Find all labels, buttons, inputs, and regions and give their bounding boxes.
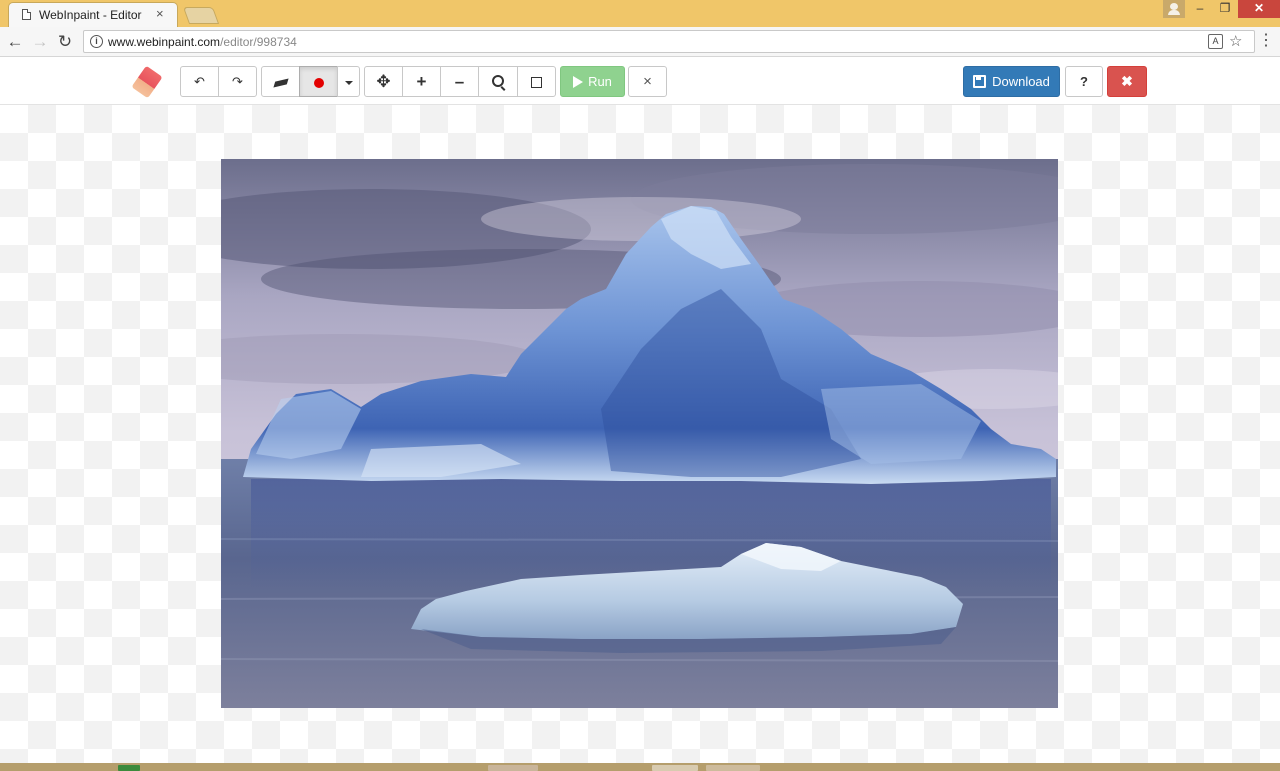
tab-title: WebInpaint - Editor xyxy=(39,8,142,22)
zoom-out-button[interactable]: – xyxy=(440,66,479,97)
brush-size-dropdown[interactable] xyxy=(337,66,360,97)
eraser-button[interactable] xyxy=(261,66,300,97)
run-button[interactable]: Run xyxy=(560,66,625,97)
close-editor-button[interactable]: ✖ xyxy=(1107,66,1147,97)
search-icon xyxy=(492,75,504,88)
undo-button[interactable]: ↶ xyxy=(180,66,219,97)
address-bar[interactable]: i www.webinpaint.com/editor/998734 A ☆ xyxy=(83,30,1255,53)
redo-button[interactable]: ↷ xyxy=(218,66,257,97)
move-arrows-icon: ✥ xyxy=(376,72,391,91)
taskbar-app-icon[interactable] xyxy=(488,765,538,771)
zoom-fit-button[interactable] xyxy=(478,66,518,97)
caret-down-icon xyxy=(344,80,353,85)
close-window-button[interactable]: ✕ xyxy=(1238,0,1280,18)
forward-arrow-icon[interactable]: → xyxy=(30,32,50,52)
times-icon: × xyxy=(643,73,652,90)
run-label: Run xyxy=(588,74,612,89)
floppy-disk-icon xyxy=(973,75,987,89)
taskbar-app-icon[interactable] xyxy=(706,765,760,771)
brush-color-button[interactable] xyxy=(299,66,338,97)
download-button[interactable]: Download xyxy=(963,66,1060,97)
browser-navbar: ← → ↻ i www.webinpaint.com/editor/998734… xyxy=(0,27,1280,57)
translate-icon[interactable]: A xyxy=(1208,34,1223,49)
question-icon: ? xyxy=(1080,74,1088,89)
back-arrow-icon[interactable]: ← xyxy=(5,32,25,52)
plus-icon: + xyxy=(416,72,427,91)
move-button[interactable]: ✥ xyxy=(364,66,403,97)
info-icon[interactable]: i xyxy=(90,35,103,48)
editor-toolbar: ↶ ↷ ✥ + – Run × Download ? ✖ xyxy=(0,57,1280,105)
browser-menu-icon[interactable]: ⋮ xyxy=(1258,33,1274,49)
reload-icon[interactable]: ↻ xyxy=(55,32,75,52)
undo-icon: ↶ xyxy=(194,74,205,89)
play-icon xyxy=(573,75,584,88)
eraser-logo-icon xyxy=(131,65,163,99)
browser-tab[interactable]: WebInpaint - Editor × xyxy=(8,2,178,27)
user-icon[interactable] xyxy=(1163,0,1185,18)
bookmark-star-icon[interactable]: ☆ xyxy=(1229,32,1242,50)
taskbar-app-icon[interactable] xyxy=(652,765,698,771)
download-label: Download xyxy=(992,74,1050,89)
close-icon: ✖ xyxy=(1121,73,1133,89)
page-icon xyxy=(22,9,31,20)
url-path: /editor/998734 xyxy=(220,35,297,49)
cancel-button[interactable]: × xyxy=(628,66,667,97)
tab-close-button[interactable]: × xyxy=(156,6,164,21)
help-button[interactable]: ? xyxy=(1065,66,1103,97)
taskbar-app-icon[interactable] xyxy=(118,765,140,771)
redo-icon: ↷ xyxy=(232,74,243,89)
window-titlebar: WebInpaint - Editor × – ❐ ✕ xyxy=(0,0,1280,27)
url-host: www.webinpaint.com xyxy=(108,35,221,49)
url-text[interactable]: www.webinpaint.com/editor/998734 xyxy=(108,35,297,49)
minimize-button[interactable]: – xyxy=(1187,0,1213,18)
os-taskbar xyxy=(0,763,1280,771)
red-dot-icon xyxy=(313,77,324,88)
new-tab-button[interactable] xyxy=(182,7,220,24)
frame-button[interactable] xyxy=(517,66,556,97)
editor-canvas-area[interactable] xyxy=(0,105,1280,763)
editable-image[interactable] xyxy=(221,159,1058,708)
eraser-icon xyxy=(272,78,289,88)
minus-icon: – xyxy=(454,72,465,91)
square-icon xyxy=(531,77,542,89)
zoom-in-button[interactable]: + xyxy=(402,66,441,97)
restore-button[interactable]: ❐ xyxy=(1212,0,1238,18)
iceberg-photo xyxy=(221,159,1058,708)
